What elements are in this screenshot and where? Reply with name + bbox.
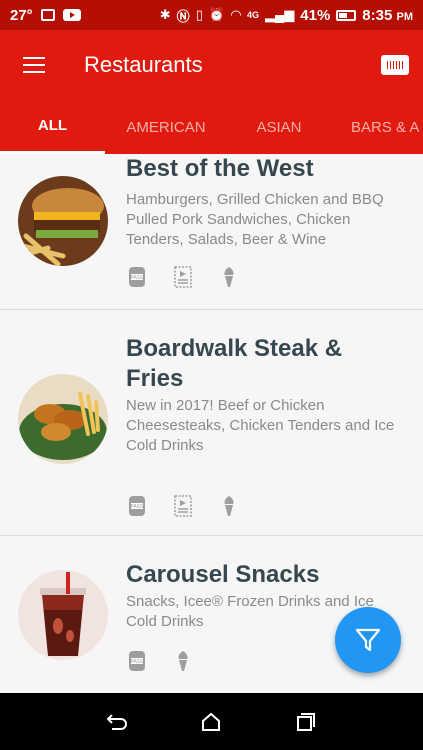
ice-cream-icon xyxy=(174,650,192,672)
restaurant-name: Carousel Snacks xyxy=(126,561,320,588)
feature-icons: PASS xyxy=(128,650,192,672)
back-button[interactable] xyxy=(102,707,132,737)
filter-button[interactable] xyxy=(335,607,401,673)
navigation-bar xyxy=(0,693,423,750)
clock-text: 8:35 PM xyxy=(362,7,413,24)
restaurant-description: Hamburgers, Grilled Chicken and BBQ Pull… xyxy=(126,191,384,248)
svg-text:PASS: PASS xyxy=(131,504,143,510)
home-button[interactable] xyxy=(196,707,226,737)
tab-asian[interactable]: ASIAN xyxy=(227,100,331,154)
filter-icon xyxy=(355,628,381,652)
restaurant-description: New in 2017! Beef or Chicken Cheesesteak… xyxy=(126,397,395,454)
bluetooth-icon: ✱ xyxy=(159,7,171,22)
restaurant-name: Best of the West xyxy=(126,155,314,182)
feature-icons: PASS xyxy=(128,266,238,288)
dining-pass-icon: PASS xyxy=(128,495,146,517)
feature-icons: PASS xyxy=(128,495,238,517)
back-icon xyxy=(106,713,128,730)
category-tabs: ALL AMERICAN ASIAN BARS & A xyxy=(0,100,423,154)
burger-and-fries-photo xyxy=(18,176,108,266)
mobile-order-icon xyxy=(174,495,192,517)
nfc-icon: Ⓝ xyxy=(176,8,190,24)
tab-american[interactable]: AMERICAN xyxy=(105,100,227,154)
status-bar-right: ✱ Ⓝ ▯ ⏰ ◠ 4G ▂▄▆ 41% 8:35 PM xyxy=(160,6,413,25)
page-title: Restaurants xyxy=(84,52,203,77)
restaurant-list-item[interactable]: Best of the West Hamburgers, Grilled Chi… xyxy=(0,154,423,310)
alarm-icon: ⏰ xyxy=(208,7,226,22)
mobile-order-icon xyxy=(174,266,192,288)
vibrate-icon: ▯ xyxy=(195,7,203,22)
app-bar: Restaurants xyxy=(0,30,423,100)
clock-time: 8:35 xyxy=(362,6,393,24)
wifi-icon: ◠ xyxy=(231,7,242,22)
recent-apps-icon xyxy=(296,712,315,731)
svg-text:PASS: PASS xyxy=(131,275,143,281)
battery-percent-text: 41% xyxy=(300,6,331,24)
signal-icon: ▂▄▆ xyxy=(265,7,295,22)
status-bar-left: 27° xyxy=(10,7,81,24)
dining-pass-icon: PASS xyxy=(128,266,146,288)
ice-cream-icon xyxy=(220,266,238,288)
chicken-tenders-and-fries-photo xyxy=(18,374,108,464)
recent-apps-button[interactable] xyxy=(291,707,321,737)
youtube-notification-icon xyxy=(62,9,81,21)
status-bar: 27° ✱ Ⓝ ▯ ⏰ ◠ 4G ▂▄▆ 41% 8:35 PM xyxy=(0,0,423,30)
ticket-icon[interactable] xyxy=(381,55,409,75)
battery-icon xyxy=(336,9,357,21)
home-icon xyxy=(202,712,221,731)
temperature-text: 27° xyxy=(10,6,33,24)
network-type-text: 4G xyxy=(247,10,260,20)
svg-text:PASS: PASS xyxy=(131,659,143,665)
dining-pass-icon: PASS xyxy=(128,650,146,672)
restaurant-list-item[interactable]: Boardwalk Steak & Fries New in 2017! Bee… xyxy=(0,310,423,536)
ice-cream-icon xyxy=(220,495,238,517)
hamburger-menu-icon[interactable] xyxy=(6,37,62,93)
tab-bars[interactable]: BARS & A xyxy=(331,100,423,154)
clock-ampm: PM xyxy=(396,10,414,23)
soda-cup-photo xyxy=(18,570,108,660)
restaurant-name: Boardwalk Steak & Fries xyxy=(126,335,343,392)
tab-all[interactable]: ALL xyxy=(0,100,105,154)
window-notification-icon xyxy=(40,9,55,21)
